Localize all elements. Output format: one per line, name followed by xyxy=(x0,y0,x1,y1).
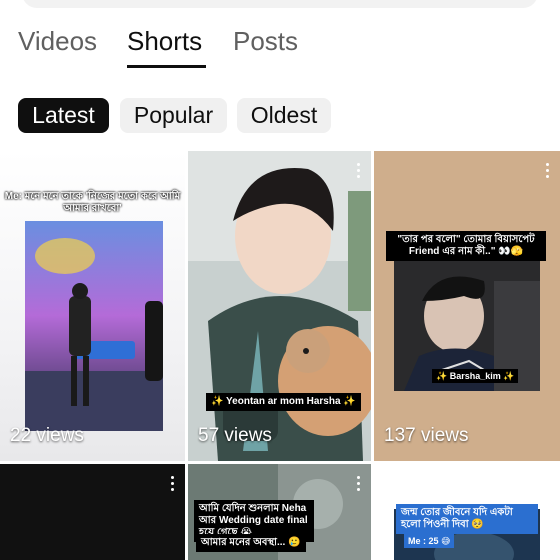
short-tile[interactable]: ✨ Yeontan ar mom Harsha ✨ 57 views xyxy=(188,151,371,461)
tab-videos[interactable]: Videos xyxy=(18,26,97,57)
short-views: 137 views xyxy=(384,425,469,446)
shorts-grid: Me: মনে মনে তাকে 'নিজের মতো করে আমি আমার… xyxy=(0,151,560,560)
short-views: 22 views xyxy=(10,425,84,446)
more-options-icon[interactable] xyxy=(546,163,550,179)
short-views: 57 views xyxy=(198,425,272,446)
tab-posts[interactable]: Posts xyxy=(233,26,298,57)
short-tile[interactable]: Me: মনে মনে তাকে 'নিজের মতো করে আমি আমার… xyxy=(0,151,185,461)
active-tab-underline xyxy=(127,65,206,68)
short-tile[interactable]: "তার পর বলো" তোমার বিয়াসপেট Friend এর ন… xyxy=(374,151,560,461)
short-tile[interactable]: আমি যেদিন শুনলাম Neha আর Wedding date fi… xyxy=(188,464,371,560)
short-tile[interactable]: জন্ম তোর জীবনে যদি একটা হলো পিওনী দিবা 🥺… xyxy=(374,464,560,560)
more-options-icon[interactable] xyxy=(357,476,361,492)
short-caption-bottom: ✨ Barsha_kim ✨ xyxy=(432,369,519,383)
chip-oldest[interactable]: Oldest xyxy=(237,98,331,133)
chip-latest[interactable]: Latest xyxy=(18,98,109,133)
short-caption-top: "তার পর বলো" তোমার বিয়াসপেট Friend এর ন… xyxy=(386,231,546,261)
short-caption-top: জন্ম তোর জীবনে যদি একটা হলো পিওনী দিবা 🥺 xyxy=(396,504,538,534)
short-caption: Me: মনে মনে তাকে 'নিজের মতো করে আমি আমার… xyxy=(4,191,181,214)
more-options-icon[interactable] xyxy=(171,476,175,492)
short-caption: ✨ Yeontan ar mom Harsha ✨ xyxy=(206,393,361,411)
short-thumbnail xyxy=(188,151,371,461)
more-options-icon[interactable] xyxy=(357,163,361,179)
tab-shorts[interactable]: Shorts xyxy=(127,26,202,57)
short-thumbnail xyxy=(25,221,163,431)
chip-popular[interactable]: Popular xyxy=(120,98,227,133)
short-caption-bottom: আমার মনের অবস্থা... 🥲 xyxy=(196,534,306,552)
search-bar-stub[interactable] xyxy=(22,0,538,8)
short-caption-bottom: Me : 25 😅 xyxy=(404,534,455,548)
short-tile[interactable] xyxy=(0,464,185,560)
